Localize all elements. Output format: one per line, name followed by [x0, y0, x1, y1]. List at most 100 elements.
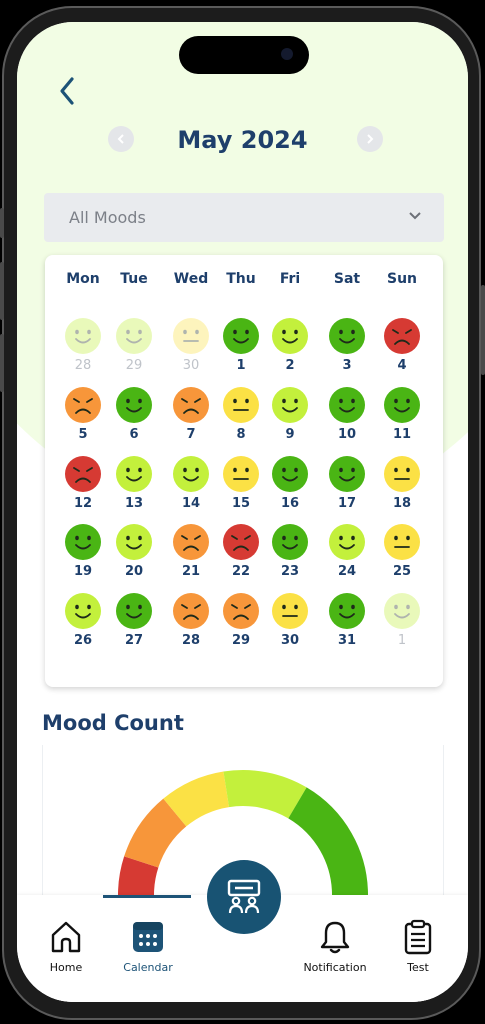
calendar-day[interactable]: 22	[216, 523, 266, 579]
calendar-icon	[133, 922, 163, 952]
calendar-day[interactable]: 23	[265, 523, 315, 579]
mood-good-icon	[384, 593, 420, 629]
calendar-day[interactable]: 16	[265, 455, 315, 511]
calendar-day[interactable]: 4	[377, 317, 427, 373]
calendar-day[interactable]: 30	[166, 317, 216, 373]
calendar-day[interactable]: 29	[109, 317, 159, 373]
calendar-day[interactable]: 2	[265, 317, 315, 373]
mood-good-icon	[116, 524, 152, 560]
calendar-day[interactable]: 3	[322, 317, 372, 373]
nav-test[interactable]: Test	[378, 919, 458, 974]
calendar-day[interactable]: 28	[166, 592, 216, 648]
day-number: 25	[392, 564, 412, 579]
mood-entry-icon	[227, 879, 261, 914]
gauge-segment-great	[287, 787, 368, 896]
day-number: 2	[285, 358, 295, 373]
calendar-day[interactable]: 8	[216, 386, 266, 442]
day-number: 31	[337, 633, 357, 648]
chevron-down-icon	[409, 212, 421, 220]
nav-calendar[interactable]: Calendar	[108, 919, 188, 974]
day-number: 3	[342, 358, 352, 373]
month-title: May 2024	[177, 126, 308, 154]
day-number: 13	[124, 496, 144, 511]
nav-notification[interactable]: Notification	[295, 919, 375, 974]
back-button[interactable]	[53, 74, 83, 108]
mood-bad-icon	[173, 387, 209, 423]
calendar-day[interactable]: 31	[322, 592, 372, 648]
chevron-left-icon	[117, 134, 124, 144]
calendar-day[interactable]: 27	[109, 592, 159, 648]
mood-neutral-icon	[384, 456, 420, 492]
calendar-day[interactable]: 26	[58, 592, 108, 648]
mood-good-icon	[272, 387, 308, 423]
prev-month-button[interactable]	[108, 126, 134, 152]
nav-home-label: Home	[49, 961, 83, 974]
day-number: 27	[124, 633, 144, 648]
calendar-day[interactable]: 21	[166, 523, 216, 579]
home-icon	[51, 921, 81, 953]
calendar-day[interactable]: 19	[58, 523, 108, 579]
calendar-day[interactable]: 14	[166, 455, 216, 511]
mood-neutral-icon	[272, 593, 308, 629]
calendar-day[interactable]: 30	[265, 592, 315, 648]
calendar-day[interactable]: 29	[216, 592, 266, 648]
day-number: 18	[392, 496, 412, 511]
calendar-day[interactable]: 15	[216, 455, 266, 511]
camera-icon	[281, 48, 293, 60]
chevron-right-icon	[367, 134, 374, 144]
gauge-segment-awful	[118, 856, 159, 896]
mood-neutral-icon	[223, 387, 259, 423]
calendar-day[interactable]: 12	[58, 455, 108, 511]
mood-great-icon	[65, 524, 101, 560]
calendar-card: Mon Tue Wed Thu Fri Sat Sun 28 29 30 1 2 3 4 5 6 7 8 9 10 11…	[45, 255, 443, 687]
mood-great-icon	[384, 387, 420, 423]
day-number: 30	[280, 633, 300, 648]
day-number: 24	[337, 564, 357, 579]
app-screen: May 2024 All Moods Mon Tue Wed Thu Fri Sat Sun…	[17, 22, 468, 1002]
calendar-day[interactable]: 17	[322, 455, 372, 511]
mood-neutral-icon	[384, 524, 420, 560]
calendar-day[interactable]: 1	[216, 317, 266, 373]
nav-home[interactable]: Home	[26, 919, 106, 974]
day-number: 28	[181, 633, 201, 648]
calendar-day[interactable]: 7	[166, 386, 216, 442]
calendar-day[interactable]: 20	[109, 523, 159, 579]
mood-great-icon	[116, 387, 152, 423]
day-number: 10	[337, 427, 357, 442]
weekday-mon: Mon	[66, 271, 100, 287]
day-number: 26	[73, 633, 93, 648]
day-number: 7	[186, 427, 196, 442]
mood-bad-icon	[173, 524, 209, 560]
weekday-sat: Sat	[333, 271, 361, 287]
calendar-day[interactable]: 18	[377, 455, 427, 511]
day-number: 6	[129, 427, 139, 442]
gauge-segment-neutral	[163, 771, 230, 827]
day-number: 5	[78, 427, 88, 442]
weekday-tue: Tue	[120, 271, 148, 287]
calendar-day[interactable]: 13	[109, 455, 159, 511]
gauge-segment-bad	[124, 798, 187, 869]
calendar-day[interactable]: 5	[58, 386, 108, 442]
mood-filter-value: All Moods	[69, 208, 146, 227]
calendar-day[interactable]: 1	[377, 592, 427, 648]
calendar-day[interactable]: 25	[377, 523, 427, 579]
calendar-day[interactable]: 9	[265, 386, 315, 442]
mood-good-icon	[116, 456, 152, 492]
dynamic-island	[179, 36, 309, 74]
day-number: 22	[231, 564, 251, 579]
mood-filter-dropdown[interactable]: All Moods	[44, 193, 444, 242]
next-month-button[interactable]	[357, 126, 383, 152]
day-number: 15	[231, 496, 251, 511]
mood-entry-fab[interactable]	[207, 860, 281, 934]
calendar-day[interactable]: 24	[322, 523, 372, 579]
calendar-day[interactable]: 10	[322, 386, 372, 442]
mood-great-icon	[329, 387, 365, 423]
calendar-day[interactable]: 11	[377, 386, 427, 442]
phone-volume-down	[0, 334, 4, 392]
calendar-day[interactable]: 28	[58, 317, 108, 373]
nav-test-label: Test	[407, 961, 429, 974]
mood-good-icon	[272, 318, 308, 354]
calendar-day[interactable]: 6	[109, 386, 159, 442]
weekday-sun: Sun	[386, 271, 418, 287]
day-number: 11	[392, 427, 412, 442]
